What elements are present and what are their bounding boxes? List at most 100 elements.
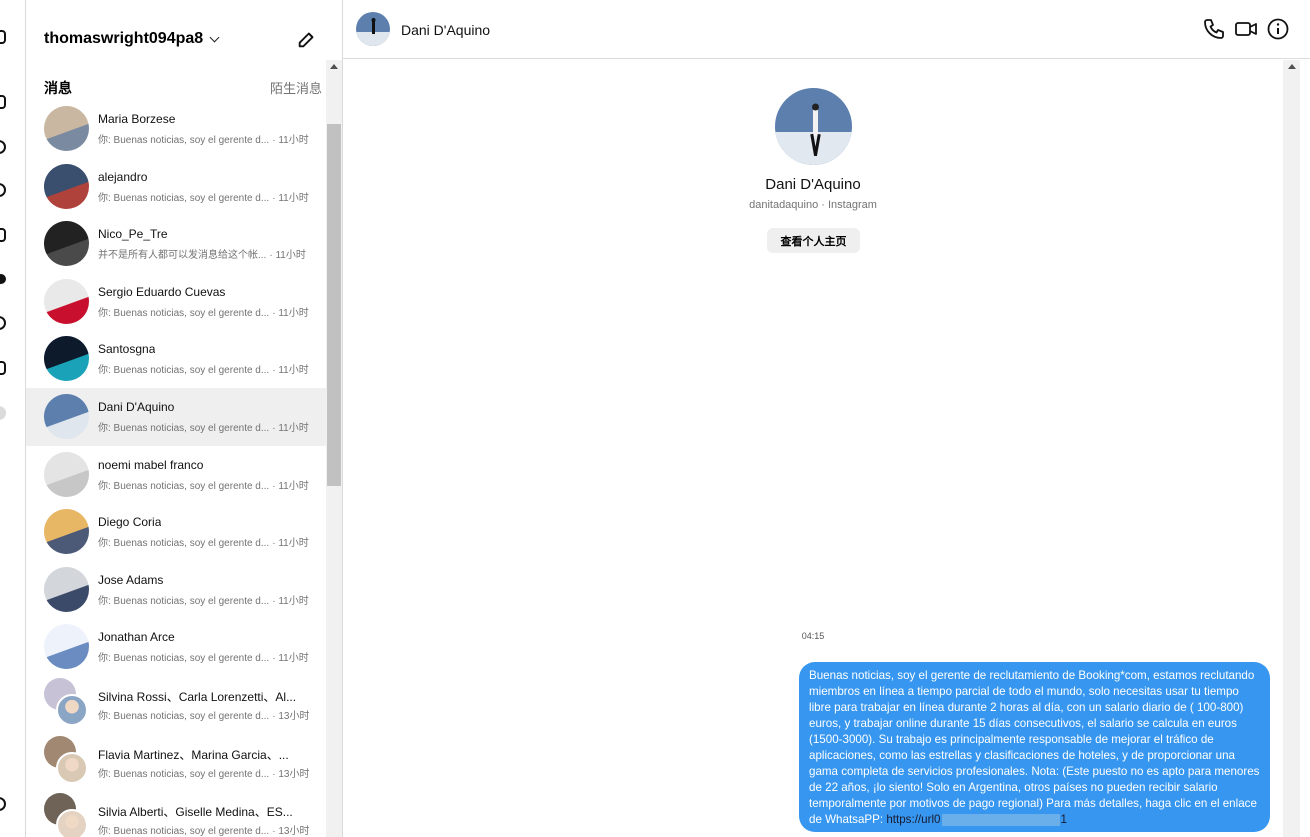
scrollbar-thumb[interactable] [327,124,341,486]
thread-name: Maria Borzese [98,112,176,126]
thread-avatar [44,336,89,382]
thread-name: Diego Coria [98,515,162,530]
thread-row[interactable]: Jonathan Arce 你: Buenas noticias, soy el … [26,618,326,676]
thread-name: Sergio Eduardo Cuevas [98,284,226,299]
thread-time: · 11小时 [272,653,309,665]
thread-avatar [44,509,89,555]
scroll-up-arrow-icon[interactable] [330,64,338,69]
thread-time: · 11小时 [272,480,309,492]
thread-preview: 你: Buenas noticias, soy el gerente d... ·… [98,131,312,146]
thread-avatar [44,278,89,324]
thread-preview: 你: Buenas noticias, soy el gerente d... ·… [98,419,312,434]
thread-name: Flavia Martinez、Marina Garcia、... [98,747,289,762]
chat-scrollbar[interactable] [1283,60,1300,837]
thread-name: Santosgna [98,342,156,357]
thread-avatar [44,451,89,497]
message-requests-link[interactable]: 陌生消息 [270,78,322,97]
chat-header-avatar[interactable] [356,12,390,46]
info-icon[interactable] [1266,17,1290,41]
thread-avatar [44,393,89,439]
conversation-list-panel: thomaswright094pa8 消息 陌生消息 Maria Borzese… [26,0,343,837]
video-icon[interactable] [1234,17,1258,41]
profile-handle: danitadaquino · Instagram [749,199,877,211]
thread-name: Nico_Pe_Tre [98,227,168,242]
thread-time: · 11小时 [272,135,309,146]
redacted-block [942,813,1061,826]
thread-avatar [44,106,89,151]
thread-time: · 11小时 [272,192,309,204]
thread-preview: 你: Buenas noticias, soy el gerente d... ·… [98,361,312,376]
chat-header-name[interactable]: Dani D'Aquino [401,22,490,38]
thread-row[interactable]: Nico_Pe_Tre 并不是所有人都可以发消息给这个帐... · 11小时 [26,215,326,273]
thread-row[interactable]: Silvina Rossi、Carla Lorenzetti、Al... 你: B… [26,676,326,734]
thread-avatar [44,163,89,209]
home-icon[interactable] [0,95,6,109]
nav-rail [0,0,26,837]
thread-time: · 11小时 [272,365,309,377]
message-thread: Dani D'Aquino danitadaquino · Instagram … [343,60,1283,837]
message-text: Buenas noticias, soy el gerente de reclu… [809,669,1260,826]
profile-name: Dani D'Aquino [765,176,861,193]
thread-avatar [44,221,89,267]
thread-preview: 你: Buenas noticias, soy el gerente d... ·… [98,592,312,607]
message-link[interactable]: https://url0 1 [886,813,1067,826]
thread-preview: 你: Buenas noticias, soy el gerente d... ·… [98,477,312,492]
thread-preview: 你: Buenas noticias, soy el gerente d... ·… [98,534,312,549]
list-header: thomaswright094pa8 [26,0,342,78]
sent-message-bubble[interactable]: Buenas noticias, soy el gerente de reclu… [799,662,1270,832]
more-menu-icon[interactable] [0,797,6,811]
notifications-icon[interactable] [0,316,6,330]
create-icon[interactable] [0,361,6,375]
compose-icon[interactable] [296,28,318,50]
thread-row[interactable]: Maria Borzese 你: Buenas noticias, soy el … [26,100,326,158]
thread-row[interactable]: Flavia Martinez、Marina Garcia、... 你: Buen… [26,734,326,792]
thread-preview: 你: Buenas noticias, soy el gerente d... ·… [98,765,312,780]
thread-row[interactable]: Santosgna 你: Buenas noticias, soy el gere… [26,330,326,388]
chevron-down-icon [209,32,220,42]
explore-icon[interactable] [0,183,6,197]
thread-time: · 13小时 [272,768,310,780]
thread-preview: 你: Buenas noticias, soy el gerente d... ·… [98,822,312,837]
thread-list-scrollbar[interactable] [326,60,342,837]
messages-section-header: 消息 陌生消息 [44,78,322,100]
thread-row[interactable]: alejandro 你: Buenas noticias, soy el gere… [26,158,326,216]
instagram-icon[interactable] [0,30,6,44]
thread-preview: 你: Buenas noticias, soy el gerente d... ·… [98,649,312,664]
thread-name: Dani D'Aquino [98,399,175,414]
thread-name: Silvia Alberti、Giselle Medina、ES... [98,805,293,820]
profile-avatar-icon[interactable] [0,406,6,420]
messages-section-title: 消息 [44,80,72,96]
thread-time: · 11小时 [272,307,309,319]
thread-preview: 你: Buenas noticias, soy el gerente d... ·… [98,189,312,204]
thread-row[interactable]: Sergio Eduardo Cuevas 你: Buenas noticias,… [26,273,326,331]
thread-avatar [44,624,89,670]
thread-time: · 13小时 [272,826,310,837]
thread-name: Jose Adams [98,572,164,587]
thread-avatar [44,566,89,612]
thread-row[interactable]: Jose Adams 你: Buenas noticias, soy el ger… [26,561,326,619]
group-avatar-front [56,693,88,726]
search-icon[interactable] [0,140,6,154]
messages-icon[interactable] [0,274,6,284]
phone-icon[interactable] [1202,17,1226,41]
chat-panel: Dani D'Aquino Dani D'Aquino danitadaquin… [343,0,1310,837]
thread-row[interactable]: noemi mabel franco 你: Buenas noticias, so… [26,446,326,504]
account-username: thomaswright094pa8 [44,30,204,47]
thread-time: · 11小时 [272,595,309,607]
thread-row[interactable]: Silvia Alberti、Giselle Medina、ES... 你: Bu… [26,791,326,837]
account-switcher[interactable]: thomaswright094pa8 [44,30,220,48]
thread-name: noemi mabel franco [98,457,204,472]
scroll-up-arrow-icon[interactable] [1288,64,1296,69]
thread-time: · 11小时 [269,250,306,262]
group-avatar-front [56,751,88,784]
thread-preview: 并不是所有人都可以发消息给这个帐... · 11小时 [98,246,309,261]
reels-icon[interactable] [0,228,6,242]
thread-time: · 13小时 [272,710,310,722]
thread-row[interactable]: Diego Coria 你: Buenas noticias, soy el ge… [26,503,326,561]
group-avatar-front [56,809,88,837]
profile-avatar[interactable] [775,88,852,165]
thread-preview: 你: Buenas noticias, soy el gerente d... ·… [98,304,312,319]
view-profile-button[interactable]: 查看个人主页 [767,228,860,253]
thread-name: Jonathan Arce [98,630,175,645]
thread-row[interactable]: Dani D'Aquino 你: Buenas noticias, soy el … [26,387,326,446]
